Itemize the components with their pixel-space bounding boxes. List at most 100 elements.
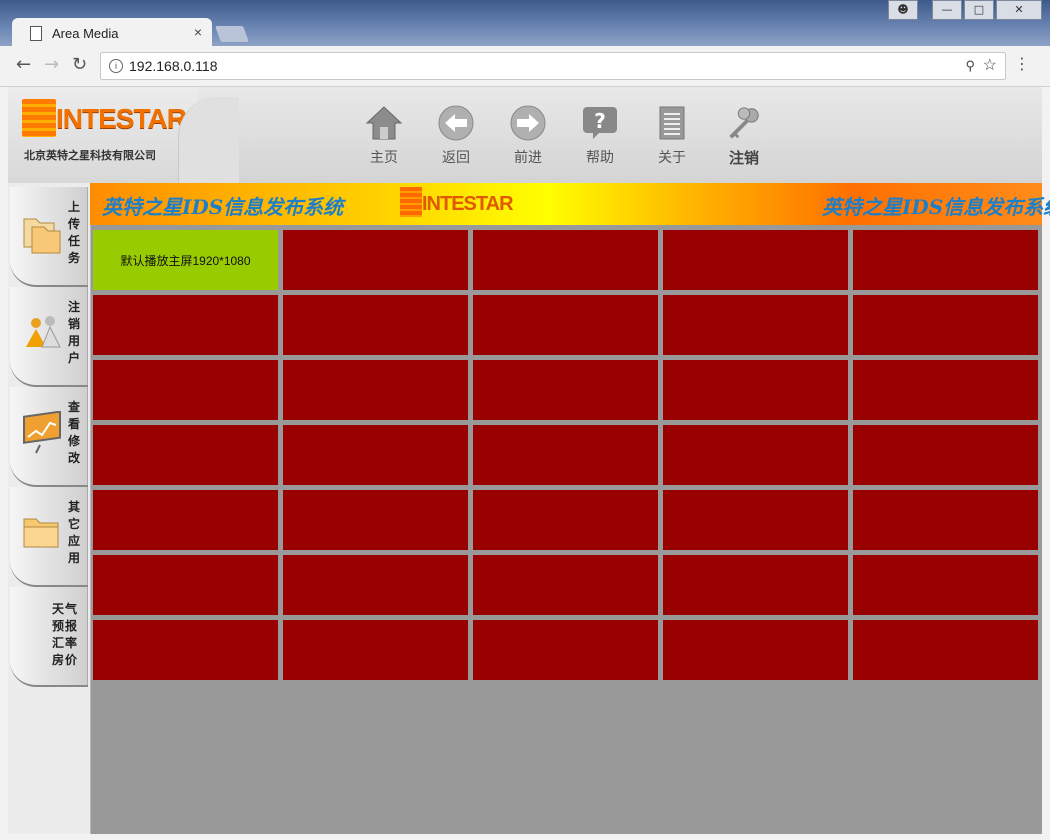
url-input[interactable]: i 192.168.0.118 ⚲ ☆ <box>100 52 1006 80</box>
info-icon[interactable]: i <box>109 59 123 73</box>
screen-grid: 默认播放主屏1920*1080 <box>93 230 1038 680</box>
screen-cell[interactable]: 默认播放主屏1920*1080 <box>93 230 278 290</box>
logout-label: 注销 <box>728 149 759 167</box>
screen-cell[interactable] <box>663 425 848 485</box>
window-controls: ☻ — □ ✕ <box>888 0 1042 20</box>
screen-cell[interactable] <box>93 555 278 615</box>
banner-title-repeat: 英特之星IDS信息发布系统 <box>822 195 1050 219</box>
browser-window: Area Media × ☻ — □ ✕ ← → ↻ i 192.168.0.1… <box>0 0 1050 840</box>
screen-cell[interactable] <box>93 360 278 420</box>
sidebar-label: 查看修改 <box>67 400 80 465</box>
home-button[interactable]: 主页 <box>348 105 420 168</box>
user-profile-button[interactable]: ☻ <box>888 0 918 20</box>
sidebar-label: 天气预报汇率房价 <box>52 602 79 667</box>
screen-cell[interactable] <box>663 620 848 680</box>
bookmark-star-icon[interactable]: ☆ <box>983 53 997 79</box>
page-icon <box>30 25 42 41</box>
forward-label: 前进 <box>514 150 542 166</box>
key-icon[interactable]: ⚲ <box>965 53 975 79</box>
back-button[interactable]: ← <box>16 54 31 75</box>
url-text: 192.168.0.118 <box>129 58 218 74</box>
screen-cell[interactable] <box>93 425 278 485</box>
screen-cell[interactable] <box>663 295 848 355</box>
logo-text: INTESTAR <box>56 103 187 134</box>
banner-logo-text: INTESTAR <box>422 193 514 215</box>
address-bar: ← → ↻ i 192.168.0.118 ⚲ ☆ ⋮ <box>0 46 1050 87</box>
users-icon <box>22 311 62 351</box>
screen-cell[interactable] <box>663 230 848 290</box>
forward-arrow-icon <box>509 105 547 141</box>
sidebar-item-upload-task[interactable]: 上传任务 <box>10 187 88 287</box>
browser-menu-icon[interactable]: ⋮ <box>1014 54 1030 73</box>
sidebar-item-view-edit[interactable]: 查看修改 <box>10 387 88 487</box>
logout-button[interactable]: 注销 <box>708 105 780 168</box>
sidebar-item-weather-rates[interactable]: 天气预报汇率房价 <box>10 587 88 687</box>
back-label: 返回 <box>442 150 470 166</box>
tab-title: Area Media <box>52 25 119 41</box>
folder-icon <box>22 511 62 551</box>
screen-cell[interactable] <box>283 230 468 290</box>
title-bar: Area Media × ☻ — □ ✕ <box>0 0 1050 48</box>
screen-cell[interactable] <box>853 360 1038 420</box>
help-button[interactable]: ? 帮助 <box>564 105 636 168</box>
site-header: INTESTAR 北京英特之星科技有限公司 主页 返回 前进 ? 帮助 关于 注… <box>8 87 1042 183</box>
reload-button[interactable]: ↻ <box>72 54 87 75</box>
page-content: INTESTAR 北京英特之星科技有限公司 主页 返回 前进 ? 帮助 关于 注… <box>8 87 1050 834</box>
sidebar: 上传任务 注销用户 查看修改 其它应用 天气预报汇率房价 <box>8 183 91 834</box>
screen-cell[interactable] <box>853 425 1038 485</box>
home-label: 主页 <box>370 150 398 166</box>
screen-cell[interactable] <box>853 555 1038 615</box>
help-icon: ? <box>581 105 619 141</box>
header-divider <box>178 97 239 183</box>
forward-nav-button[interactable]: 前进 <box>492 105 564 168</box>
tab-close-icon[interactable]: × <box>194 24 202 40</box>
toolbar: 主页 返回 前进 ? 帮助 关于 注销 <box>348 105 780 168</box>
logo-area: INTESTAR 北京英特之星科技有限公司 <box>8 87 198 183</box>
about-label: 关于 <box>658 150 686 166</box>
screen-cell[interactable] <box>473 425 658 485</box>
logo-subtitle: 北京英特之星科技有限公司 <box>24 149 156 162</box>
screen-cell[interactable] <box>283 360 468 420</box>
back-nav-button[interactable]: 返回 <box>420 105 492 168</box>
screen-cell[interactable] <box>473 490 658 550</box>
sidebar-item-logout-user[interactable]: 注销用户 <box>10 287 88 387</box>
monitor-chart-icon <box>22 410 62 454</box>
screen-cell[interactable] <box>283 490 468 550</box>
screen-cell[interactable] <box>93 620 278 680</box>
screen-cell[interactable] <box>853 490 1038 550</box>
keys-icon <box>725 105 763 141</box>
screen-cell[interactable] <box>663 490 848 550</box>
back-arrow-icon <box>437 105 475 141</box>
forward-button[interactable]: → <box>44 54 59 75</box>
screen-cell[interactable] <box>663 360 848 420</box>
screen-cell[interactable] <box>473 230 658 290</box>
folders-icon <box>22 211 62 254</box>
screen-cell[interactable] <box>663 555 848 615</box>
sidebar-label: 注销用户 <box>67 300 80 365</box>
logo-mark <box>22 99 56 137</box>
screen-cell[interactable] <box>853 230 1038 290</box>
about-button[interactable]: 关于 <box>636 105 708 168</box>
screen-cell[interactable] <box>283 620 468 680</box>
screen-cell[interactable] <box>473 555 658 615</box>
sidebar-label: 其它应用 <box>67 500 80 565</box>
screen-cell[interactable] <box>473 295 658 355</box>
maximize-button[interactable]: □ <box>964 0 994 20</box>
screen-cell[interactable] <box>283 555 468 615</box>
screen-cell[interactable] <box>473 620 658 680</box>
screen-cell[interactable] <box>283 425 468 485</box>
screen-cell[interactable] <box>93 295 278 355</box>
sidebar-item-other-apps[interactable]: 其它应用 <box>10 487 88 587</box>
minimize-button[interactable]: — <box>932 0 962 20</box>
home-icon <box>365 105 403 141</box>
svg-text:?: ? <box>594 109 606 133</box>
help-label: 帮助 <box>586 150 614 166</box>
browser-tab[interactable]: Area Media × <box>12 18 212 48</box>
screen-cell[interactable] <box>853 295 1038 355</box>
screen-cell[interactable] <box>853 620 1038 680</box>
screen-cell[interactable] <box>283 295 468 355</box>
screen-cell[interactable] <box>93 490 278 550</box>
close-window-button[interactable]: ✕ <box>996 0 1042 20</box>
new-tab-button[interactable] <box>215 26 249 42</box>
screen-cell[interactable] <box>473 360 658 420</box>
